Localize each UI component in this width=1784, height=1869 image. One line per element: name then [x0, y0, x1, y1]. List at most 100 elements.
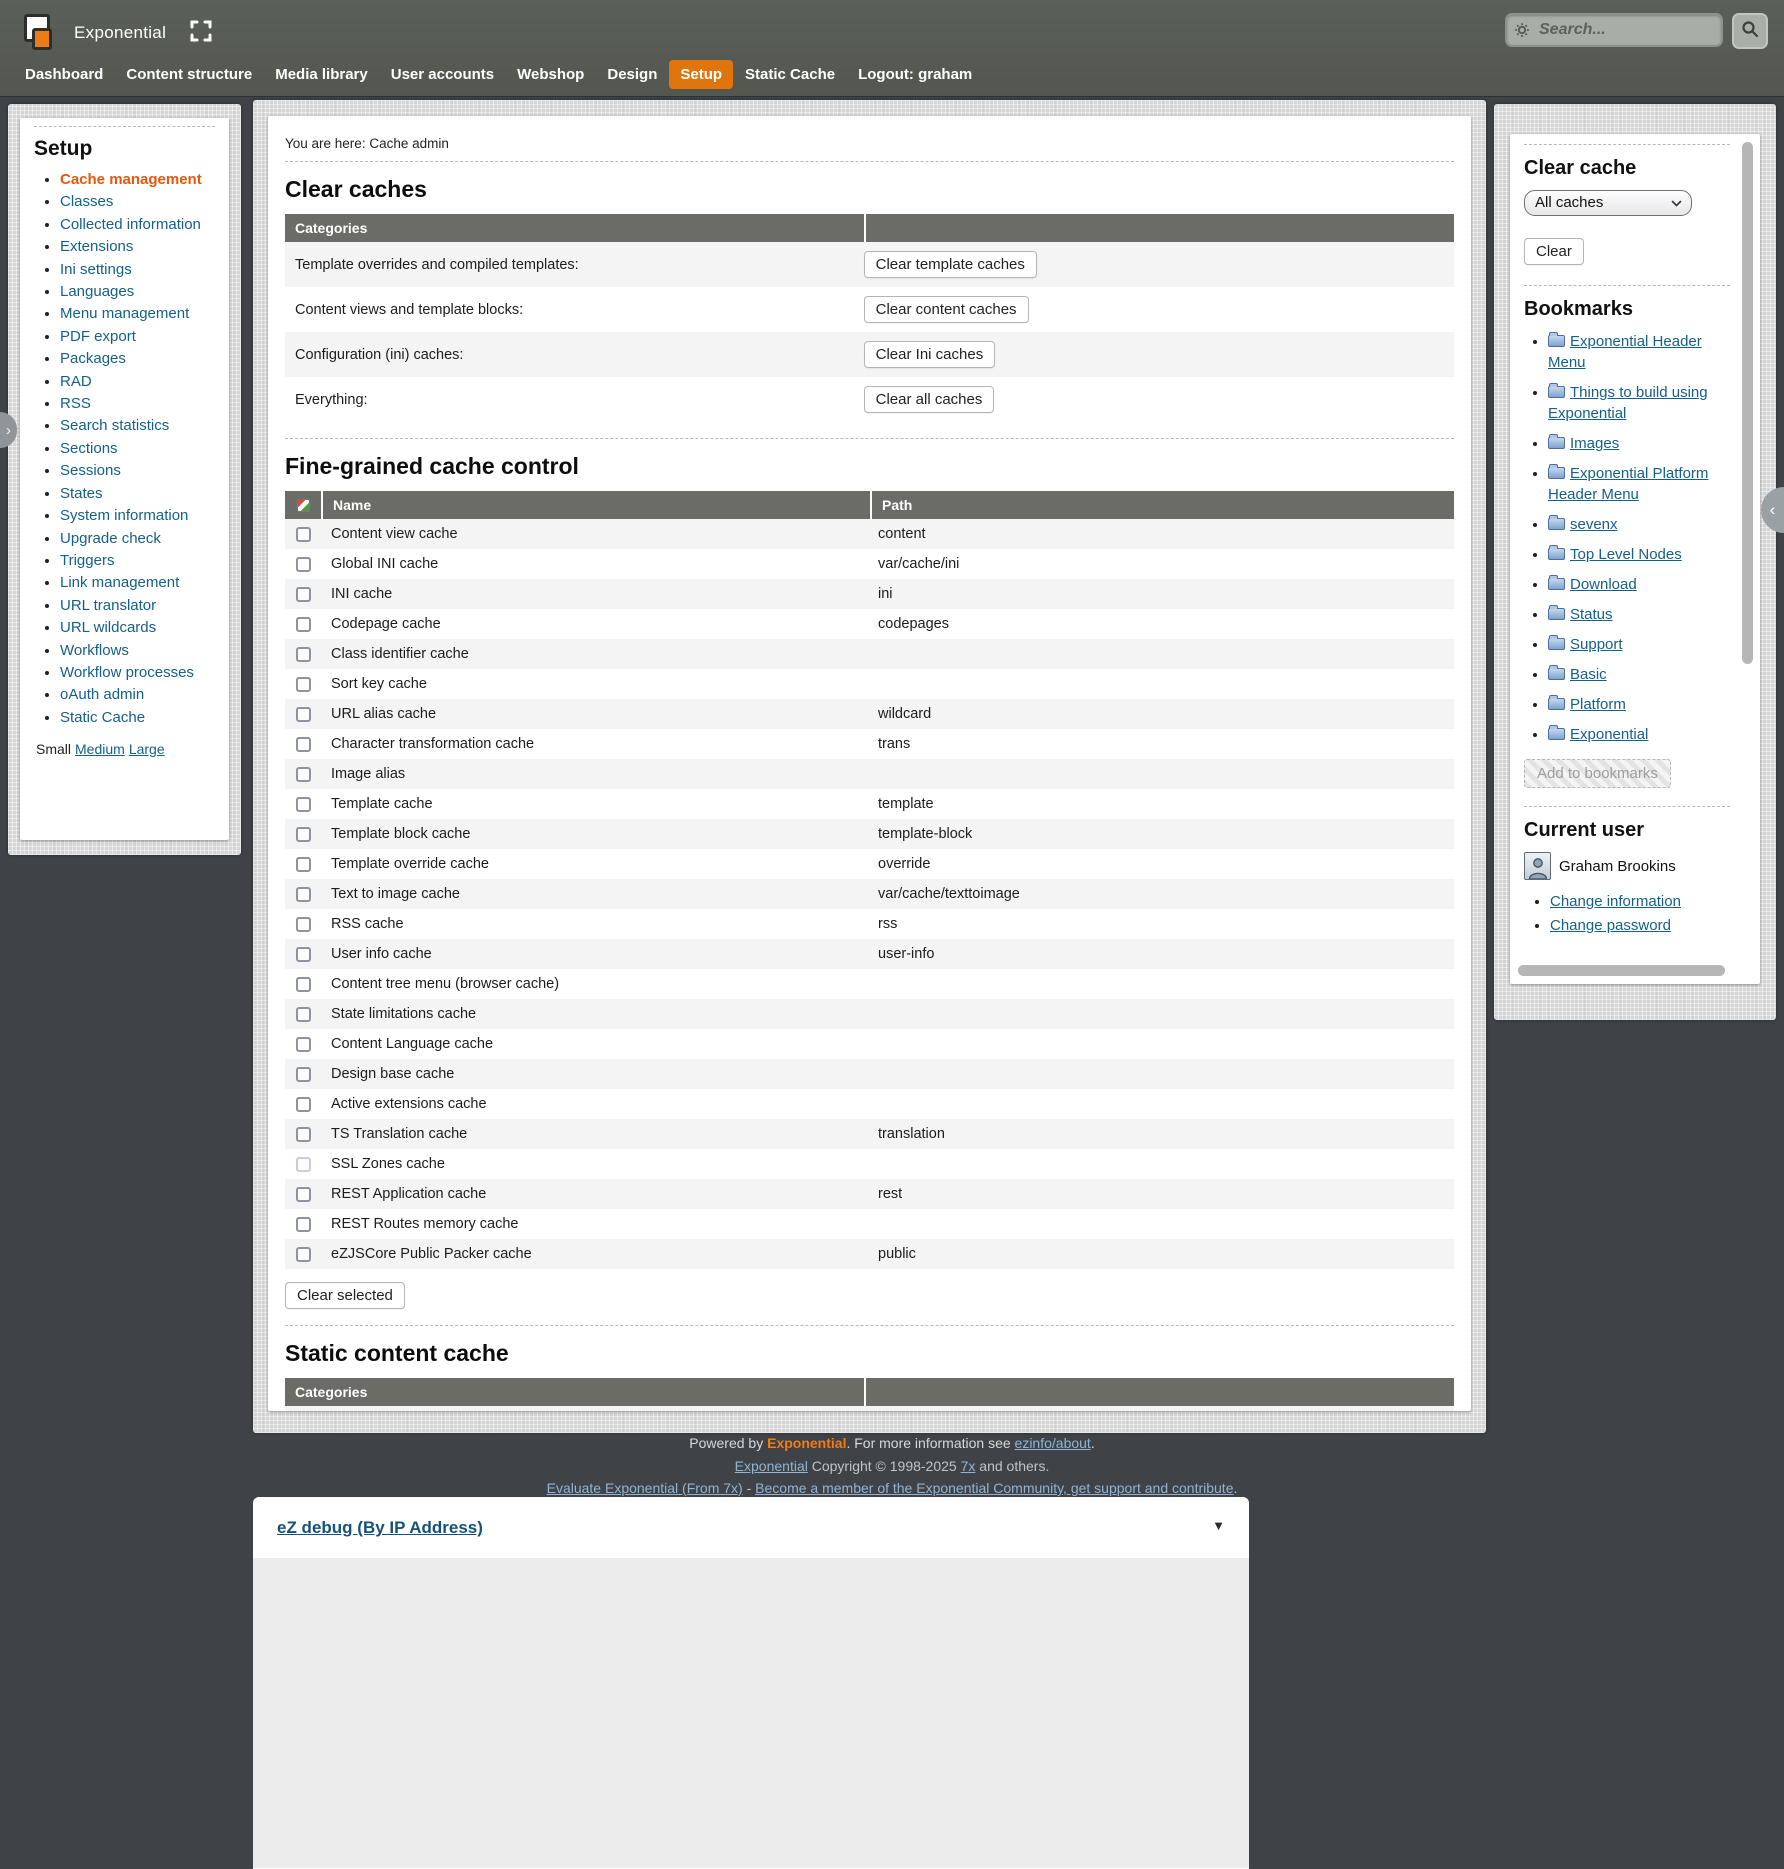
bookmark-item: Top Level Nodes: [1548, 544, 1730, 565]
cache-path: override: [868, 856, 1454, 872]
nav-item[interactable]: Dashboard: [14, 60, 114, 89]
table-row: Text to image cache var/cache/texttoimag…: [285, 879, 1454, 909]
row-checkbox[interactable]: [296, 767, 311, 782]
scrollbar-horizontal[interactable]: [1518, 965, 1734, 976]
bookmark-item: Exponential: [1548, 724, 1730, 745]
table-row: SSL Zones cache: [285, 1149, 1454, 1179]
sidebar-item: Link management: [60, 572, 215, 594]
clear-selected-button[interactable]: Clear selected: [285, 1282, 405, 1309]
toggle-selection-icon[interactable]: [297, 499, 310, 512]
row-checkbox[interactable]: [296, 617, 311, 632]
bookmark-link[interactable]: Status: [1570, 606, 1613, 623]
size-link[interactable]: Medium: [75, 741, 125, 757]
folder-icon: [1548, 608, 1565, 620]
bookmark-link[interactable]: Support: [1570, 636, 1623, 653]
row-checkbox[interactable]: [296, 1037, 311, 1052]
nav-item[interactable]: Media library: [264, 60, 379, 89]
cache-path: rest: [868, 1186, 1454, 1202]
table-row: Active extensions cache: [285, 1089, 1454, 1119]
row-checkbox[interactable]: [296, 947, 311, 962]
row-checkbox[interactable]: [296, 557, 311, 572]
ez-debug-panel: ▼ eZ debug (By IP Address): [253, 1497, 1249, 1869]
debug-title-link[interactable]: eZ debug (By IP Address): [277, 1518, 483, 1537]
clear-cache-button[interactable]: Clear template caches: [864, 251, 1037, 278]
clear-button[interactable]: Clear: [1524, 238, 1584, 265]
row-checkbox[interactable]: [296, 1067, 311, 1082]
row-checkbox[interactable]: [296, 647, 311, 662]
row-checkbox[interactable]: [296, 887, 311, 902]
clear-cache-button[interactable]: Clear all caches: [864, 386, 995, 413]
footer-exponential-link[interactable]: Exponential: [735, 1458, 808, 1474]
clear-cache-select[interactable]: All caches: [1524, 190, 1692, 216]
cache-category-label: Configuration (ini) caches:: [285, 347, 864, 363]
brand-logo[interactable]: Exponential: [20, 12, 212, 54]
bookmark-item: Support: [1548, 634, 1730, 655]
bookmark-link[interactable]: Basic: [1570, 666, 1607, 683]
row-checkbox[interactable]: [296, 707, 311, 722]
nav-item[interactable]: Setup: [669, 60, 733, 89]
row-checkbox[interactable]: [296, 1007, 311, 1022]
bookmark-link[interactable]: sevenx: [1570, 516, 1618, 533]
bookmark-link[interactable]: Platform: [1570, 696, 1626, 713]
footer-7x-link[interactable]: 7x: [961, 1458, 976, 1474]
bookmark-link[interactable]: Things to build using Exponential: [1548, 384, 1708, 422]
row-checkbox[interactable]: [296, 1097, 311, 1112]
row-checkbox[interactable]: [296, 977, 311, 992]
row-checkbox[interactable]: [296, 527, 311, 542]
footer-ezinfo-link[interactable]: ezinfo/about: [1015, 1435, 1091, 1451]
user-links: Change information Change password: [1550, 890, 1730, 938]
row-checkbox[interactable]: [296, 587, 311, 602]
bookmark-link[interactable]: Exponential Platform Header Menu: [1548, 465, 1708, 503]
bookmark-link[interactable]: Images: [1570, 435, 1619, 452]
nav-item[interactable]: User accounts: [380, 60, 505, 89]
footer-evaluate-link[interactable]: Evaluate Exponential (From 7x): [547, 1480, 743, 1496]
table-row: Class identifier cache: [285, 639, 1454, 669]
cache-path: ini: [868, 586, 1454, 602]
footer-brand-link[interactable]: Exponential: [767, 1435, 846, 1451]
footer-community-link[interactable]: Become a member of the Exponential Commu…: [755, 1480, 1233, 1496]
table-row: Sort key cache: [285, 669, 1454, 699]
static-content-table-header: Categories: [285, 1378, 1454, 1406]
row-checkbox[interactable]: [296, 797, 311, 812]
add-to-bookmarks-button[interactable]: Add to bookmarks: [1524, 759, 1671, 788]
row-checkbox[interactable]: [296, 1247, 311, 1262]
row-checkbox[interactable]: [296, 857, 311, 872]
current-user-name: Graham Brookins: [1559, 858, 1676, 875]
bookmark-link[interactable]: Exponential: [1570, 726, 1648, 743]
row-checkbox[interactable]: [296, 1187, 311, 1202]
search-input[interactable]: [1505, 13, 1723, 47]
main-content-pod: You are here: Cache admin Clear caches C…: [253, 100, 1486, 1433]
clear-cache-button[interactable]: Clear Ini caches: [864, 341, 996, 368]
folder-icon: [1548, 578, 1565, 590]
size-link[interactable]: Large: [129, 741, 165, 757]
debug-collapse-toggle[interactable]: ▼: [1212, 1518, 1225, 1533]
table-row: Content views and template blocks: Clear…: [285, 287, 1454, 332]
row-checkbox[interactable]: [296, 827, 311, 842]
user-link[interactable]: Change password: [1550, 917, 1671, 934]
row-checkbox[interactable]: [296, 917, 311, 932]
page-title-fine-grained: Fine-grained cache control: [285, 453, 1454, 480]
user-link[interactable]: Change information: [1550, 893, 1681, 910]
row-checkbox[interactable]: [296, 737, 311, 752]
cache-name: Global INI cache: [321, 556, 868, 572]
nav-item[interactable]: Design: [596, 60, 668, 89]
nav-item[interactable]: Logout: graham: [847, 60, 983, 89]
row-checkbox[interactable]: [296, 1217, 311, 1232]
row-checkbox[interactable]: [296, 1157, 311, 1172]
row-checkbox[interactable]: [296, 1127, 311, 1142]
bookmark-link[interactable]: Exponential Header Menu: [1548, 333, 1702, 371]
bookmark-link[interactable]: Download: [1570, 576, 1637, 593]
cache-path: public: [868, 1246, 1454, 1262]
cache-name: Codepage cache: [321, 616, 868, 632]
nav-item[interactable]: Content structure: [115, 60, 263, 89]
fullscreen-icon[interactable]: [190, 20, 212, 47]
clear-cache-button[interactable]: Clear content caches: [864, 296, 1029, 323]
search-button[interactable]: [1732, 13, 1768, 49]
nav-item[interactable]: Webshop: [506, 60, 595, 89]
nav-item[interactable]: Static Cache: [734, 60, 846, 89]
sidebar-item: Workflow processes: [60, 662, 215, 684]
cache-name: Class identifier cache: [321, 646, 868, 662]
row-checkbox[interactable]: [296, 677, 311, 692]
scrollbar-vertical[interactable]: [1742, 142, 1753, 958]
bookmark-link[interactable]: Top Level Nodes: [1570, 546, 1682, 563]
